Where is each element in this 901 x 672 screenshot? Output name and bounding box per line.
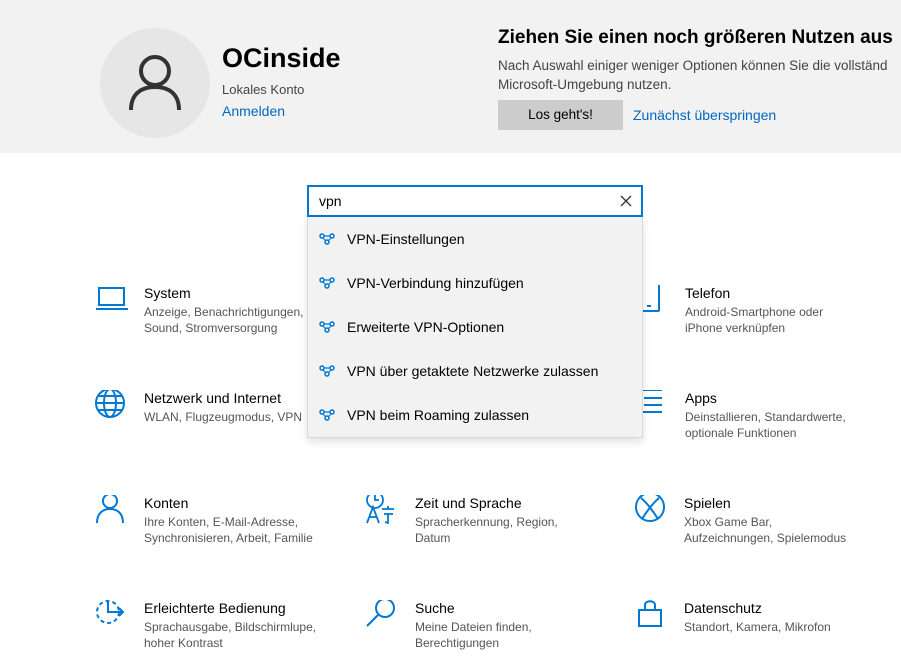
category-network[interactable]: Netzwerk und Internet WLAN, Flugzeugmodu… (95, 390, 335, 460)
suggestion-item[interactable]: VPN-Einstellungen (308, 217, 642, 261)
signin-link[interactable]: Anmelden (222, 103, 285, 119)
category-description: WLAN, Flugzeugmodus, VPN (144, 409, 334, 425)
category-privacy[interactable]: Datenschutz Standort, Kamera, Mikrofon (635, 600, 875, 670)
category-title: Apps (685, 390, 717, 406)
search-icon (366, 600, 395, 627)
ease-of-access-icon (96, 600, 125, 624)
time-language-icon (366, 495, 394, 525)
category-description: Xbox Game Bar, Aufzeichnungen, Spielemod… (684, 514, 874, 546)
vpn-icon (319, 365, 335, 377)
category-title: Spielen (684, 495, 731, 511)
get-started-button[interactable]: Los geht's! (498, 100, 623, 130)
promo-description-line: Nach Auswahl einiger weniger Optionen kö… (498, 58, 888, 73)
category-description: Ihre Konten, E-Mail-Adresse, Synchronisi… (144, 514, 334, 546)
suggestion-label: VPN-Verbindung hinzufügen (347, 275, 524, 291)
category-title: Datenschutz (684, 600, 762, 616)
category-desc-line: Sound, Stromversorgung (144, 321, 278, 335)
suggestion-item[interactable]: VPN-Verbindung hinzufügen (308, 261, 642, 305)
category-desc-line: WLAN, Flugzeugmodus, VPN (144, 410, 303, 424)
category-desc-line: iPhone verknüpfen (685, 321, 786, 335)
category-title: System (144, 285, 191, 301)
category-description: Deinstallieren, Standardwerte, optionale… (685, 409, 875, 441)
lock-icon (638, 600, 662, 627)
category-description: Standort, Kamera, Mikrofon (684, 619, 874, 635)
clear-icon[interactable] (617, 192, 635, 210)
category-gaming[interactable]: Spielen Xbox Game Bar, Aufzeichnungen, S… (635, 495, 875, 565)
category-description: Anzeige, Benachrichtigungen, Sound, Stro… (144, 304, 334, 336)
suggestion-label: VPN-Einstellungen (347, 231, 465, 247)
search-input[interactable]: vpn (319, 193, 342, 209)
category-desc-line: optionale Funktionen (685, 426, 797, 440)
suggestion-item[interactable]: Erweiterte VPN-Optionen (308, 305, 642, 349)
account-banner: OCinside Lokales Konto Anmelden Ziehen S… (0, 0, 901, 153)
vpn-icon (319, 321, 335, 333)
laptop-icon (96, 287, 128, 310)
category-title: Telefon (685, 285, 731, 301)
category-desc-line: Datum (415, 531, 451, 545)
category-apps[interactable]: Apps Deinstallieren, Standardwerte, opti… (636, 390, 876, 460)
category-system[interactable]: System Anzeige, Benachrichtigungen, Soun… (95, 285, 335, 355)
category-desc-line: Deinstallieren, Standardwerte, (685, 410, 846, 424)
category-desc-line: Standort, Kamera, Mikrofon (684, 620, 831, 634)
category-title: Netzwerk und Internet (144, 390, 281, 406)
promo-title: Ziehen Sie einen noch größeren Nutzen au… (498, 27, 893, 48)
user-name: OCinside (222, 43, 341, 73)
category-desc-line: Anzeige, Benachrichtigungen, (144, 305, 304, 319)
category-description: Sprachausgabe, Bildschirmlupe, hoher Kon… (144, 619, 334, 651)
category-desc-line: Meine Dateien finden, (415, 620, 532, 634)
vpn-icon (319, 233, 335, 245)
category-desc-line: Ihre Konten, E-Mail-Adresse, (144, 515, 299, 529)
user-icon (129, 55, 181, 111)
category-desc-line: Berechtigungen (415, 636, 500, 650)
category-desc-line: hoher Kontrast (144, 636, 223, 650)
search-suggestions: VPN-Einstellungen VPN-Verbindung hinzufü… (307, 217, 643, 438)
promo-description-line: Microsoft-Umgebung nutzen. (498, 77, 672, 92)
category-description: Meine Dateien finden, Berechtigungen (415, 619, 605, 651)
category-description: Android-Smartphone oder iPhone verknüpfe… (685, 304, 875, 336)
category-desc-line: Xbox Game Bar, (684, 515, 773, 529)
category-title: Suche (415, 600, 455, 616)
category-desc-line: Synchronisieren, Arbeit, Familie (144, 531, 313, 545)
category-title: Erleichterte Bedienung (144, 600, 286, 616)
avatar (100, 28, 210, 138)
settings-search-box[interactable]: vpn (307, 185, 643, 217)
suggestion-label: VPN beim Roaming zulassen (347, 407, 530, 423)
category-description: Spracherkennung, Region, Datum (415, 514, 605, 546)
person-icon (96, 495, 124, 524)
category-search[interactable]: Suche Meine Dateien finden, Berechtigung… (366, 600, 606, 670)
suggestion-item[interactable]: VPN über getaktete Netzwerke zulassen (308, 349, 642, 393)
suggestion-label: Erweiterte VPN-Optionen (347, 319, 505, 335)
category-time-language[interactable]: Zeit und Sprache Spracherkennung, Region… (366, 495, 606, 565)
category-phone[interactable]: Telefon Android-Smartphone oder iPhone v… (636, 285, 876, 355)
suggestion-item[interactable]: VPN beim Roaming zulassen (308, 393, 642, 437)
vpn-icon (319, 409, 335, 421)
vpn-icon (319, 277, 335, 289)
category-desc-line: Spracherkennung, Region, (415, 515, 558, 529)
category-desc-line: Aufzeichnungen, Spielemodus (684, 531, 847, 545)
promo-description: Nach Auswahl einiger weniger Optionen kö… (498, 56, 901, 94)
account-type: Lokales Konto (222, 82, 305, 97)
category-title: Zeit und Sprache (415, 495, 522, 511)
skip-link[interactable]: Zunächst überspringen (633, 107, 776, 123)
category-title: Konten (144, 495, 189, 511)
category-accounts[interactable]: Konten Ihre Konten, E-Mail-Adresse, Sync… (95, 495, 335, 565)
xbox-icon (635, 495, 665, 522)
category-ease-of-access[interactable]: Erleichterte Bedienung Sprachausgabe, Bi… (95, 600, 335, 670)
globe-icon (95, 390, 125, 418)
suggestion-label: VPN über getaktete Netzwerke zulassen (347, 363, 599, 379)
category-desc-line: Sprachausgabe, Bildschirmlupe, (144, 620, 317, 634)
category-desc-line: Android-Smartphone oder (685, 305, 824, 319)
